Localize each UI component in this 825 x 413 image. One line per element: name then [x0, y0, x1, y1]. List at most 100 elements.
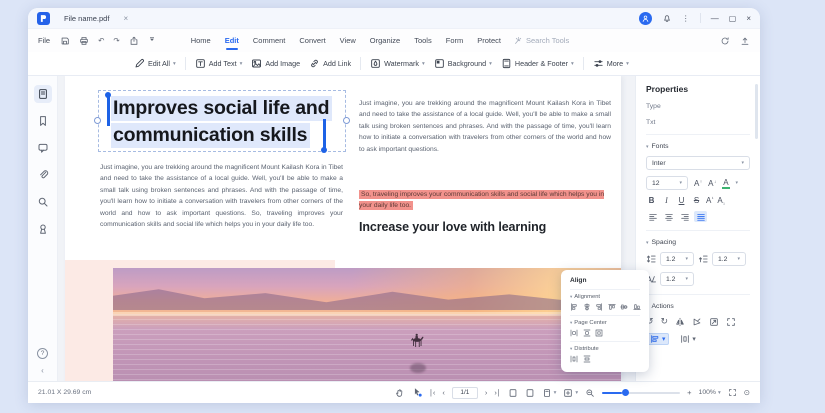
distribute-objects-button[interactable]: ▾	[677, 333, 698, 345]
center-horizontally-button[interactable]	[570, 329, 578, 337]
distribute-horizontally-button[interactable]	[570, 355, 578, 363]
undo-icon[interactable]: ↶	[98, 36, 104, 45]
character-spacing-select[interactable]: 1.2 ▾	[660, 272, 694, 286]
fit-page-button[interactable]: ▾	[563, 388, 578, 398]
strikethrough-button[interactable]: S	[691, 196, 702, 205]
font-size-select[interactable]: 12 ▾	[646, 176, 688, 190]
fonts-section-header[interactable]: ▾ Fonts	[646, 143, 750, 150]
underline-button[interactable]: U	[676, 196, 687, 205]
add-text-button[interactable]: Add Text ▾	[195, 58, 242, 69]
font-color-button[interactable]: A	[722, 178, 730, 189]
align-left-edges-button[interactable]	[570, 303, 578, 311]
add-image-button[interactable]: Add Image	[251, 58, 300, 69]
page-indicator[interactable]: 1/1	[451, 386, 478, 399]
align-center-button[interactable]	[662, 211, 675, 222]
bookmarks-panel-icon[interactable]	[34, 112, 52, 130]
save-icon[interactable]	[60, 36, 70, 46]
align-objects-button[interactable]: ▾	[646, 333, 670, 345]
share-icon[interactable]	[129, 36, 139, 46]
background-button[interactable]: Background ▾	[434, 58, 492, 69]
spacing-section-header[interactable]: ▾ Spacing	[646, 239, 750, 246]
page-center-section-header[interactable]: ▾ Page Center	[570, 320, 640, 326]
collapse-sidebar-icon[interactable]: ‹	[41, 366, 44, 375]
extract-button[interactable]	[726, 317, 736, 327]
subscript-button[interactable]: A₁	[717, 196, 724, 205]
alignment-section-header[interactable]: ▾ Alignment	[570, 294, 640, 300]
select-tool-button[interactable]	[412, 387, 422, 399]
zoom-in-button[interactable]: +	[687, 388, 691, 397]
document-canvas[interactable]: Improves social life and communication sk…	[58, 76, 635, 381]
next-view-button[interactable]	[525, 388, 535, 398]
document-tab[interactable]: File name.pdf ×	[60, 8, 132, 28]
maximize-button[interactable]: ▢	[729, 14, 737, 23]
align-right-edges-button[interactable]	[595, 303, 603, 311]
edit-all-button[interactable]: Edit All ▾	[134, 58, 176, 69]
line-spacing-select[interactable]: 1.2 ▾	[660, 252, 694, 266]
menu-edit[interactable]: Edit	[224, 33, 240, 50]
locate-button[interactable]: ⊙	[744, 388, 750, 397]
zoom-slider-knob[interactable]	[622, 389, 630, 396]
fullscreen-button[interactable]	[728, 388, 737, 397]
align-justify-button[interactable]	[694, 211, 707, 222]
center-vertically-button[interactable]	[583, 329, 591, 337]
previous-view-button[interactable]	[508, 388, 518, 398]
collapse-toolbar-icon[interactable]	[148, 36, 156, 46]
page-layout-button[interactable]: ▾	[542, 388, 556, 398]
menu-tools[interactable]: Tools	[413, 33, 433, 48]
align-top-edges-button[interactable]	[607, 303, 616, 311]
increase-font-size-button[interactable]: A ↑	[694, 179, 702, 188]
distribute-section-header[interactable]: ▾ Distribute	[570, 346, 640, 352]
superscript-button[interactable]: A¹	[706, 196, 713, 205]
thumbnails-panel-icon[interactable]	[33, 85, 52, 103]
italic-button[interactable]: I	[661, 196, 672, 205]
upgrade-icon[interactable]	[740, 36, 750, 46]
header-footer-button[interactable]: Header & Footer ▾	[501, 58, 574, 69]
sync-icon[interactable]	[720, 36, 730, 46]
decrease-font-size-button[interactable]: A ↓	[708, 179, 716, 188]
font-family-select[interactable]: Inter ▾	[646, 156, 750, 170]
rotate-right-button[interactable]: ↻	[661, 316, 669, 327]
menu-form[interactable]: Form	[445, 33, 465, 48]
more-menu-kebab-icon[interactable]: ⋮	[682, 14, 690, 23]
center-both-button[interactable]	[595, 329, 603, 337]
pdf-page[interactable]: Improves social life and communication sk…	[65, 76, 621, 381]
menu-comment[interactable]: Comment	[252, 33, 287, 48]
first-page-button[interactable]: ∣‹	[429, 388, 435, 397]
selected-heading-textbox[interactable]: Improves social life and communication sk…	[94, 90, 350, 153]
distribute-vertically-button[interactable]	[583, 355, 591, 363]
flip-vertical-button[interactable]	[692, 317, 702, 327]
menu-protect[interactable]: Protect	[476, 33, 502, 48]
resize-handle-right[interactable]	[343, 117, 350, 124]
sunset-beach-photo[interactable]	[113, 268, 621, 381]
watermark-button[interactable]: Watermark ▾	[370, 58, 425, 69]
next-page-button[interactable]: ›	[485, 388, 488, 397]
zoom-slider[interactable]	[602, 389, 681, 396]
notifications-bell-icon[interactable]	[662, 13, 672, 23]
previous-page-button[interactable]: ‹	[442, 388, 445, 397]
menu-home[interactable]: Home	[190, 33, 212, 48]
help-icon[interactable]: ?	[37, 348, 48, 359]
replace-image-button[interactable]	[709, 317, 719, 327]
file-menu[interactable]: File	[38, 36, 50, 45]
menu-convert[interactable]: Convert	[298, 33, 326, 48]
last-page-button[interactable]: ›∣	[494, 388, 500, 397]
zoom-out-icon[interactable]	[585, 388, 595, 398]
close-button[interactable]: ×	[746, 14, 751, 23]
attachments-panel-icon[interactable]	[34, 166, 52, 184]
more-button[interactable]: More ▾	[593, 58, 629, 69]
redo-icon[interactable]: ↷	[113, 36, 119, 45]
zoom-level-select[interactable]: 100% ▾	[699, 389, 721, 396]
hand-tool-button[interactable]	[395, 388, 405, 398]
menu-organize[interactable]: Organize	[369, 33, 401, 48]
resize-handle-left[interactable]	[94, 117, 101, 124]
align-bottom-edges-button[interactable]	[632, 303, 641, 311]
align-right-button[interactable]	[678, 211, 691, 222]
caret-down-icon[interactable]: ▾	[736, 180, 739, 186]
print-icon[interactable]	[79, 36, 89, 46]
align-middle-v-button[interactable]	[620, 303, 628, 311]
search-tools[interactable]: Search Tools	[514, 36, 569, 45]
paragraph-spacing-select[interactable]: 1.2 ▾	[712, 252, 746, 266]
align-left-button[interactable]	[646, 211, 659, 222]
actions-section-header[interactable]: ▾ Actions	[646, 303, 750, 310]
bold-button[interactable]: B	[646, 196, 657, 205]
